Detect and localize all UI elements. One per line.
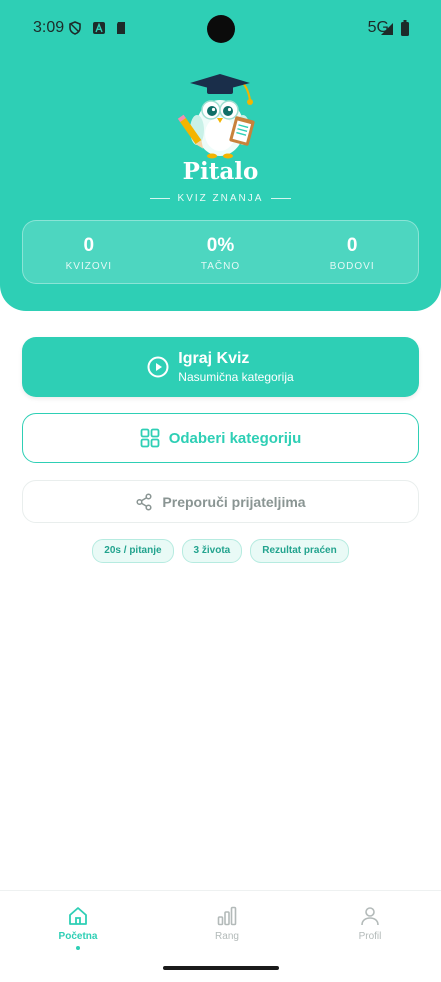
owl-mascot-logo xyxy=(177,74,255,159)
status-bar: 3:09 5G xyxy=(0,0,441,56)
text-a-icon xyxy=(93,22,105,34)
shield-icon xyxy=(69,21,81,35)
sim-card-icon xyxy=(117,22,125,34)
active-indicator-dot xyxy=(76,946,80,950)
play-quiz-subtitle: Nasumična kategorija xyxy=(178,370,294,384)
stat-quizzes: 0 KVIZOVI xyxy=(23,221,155,283)
stat-accuracy: 0% TAČNO xyxy=(155,221,287,283)
nav-label-rank: Rang xyxy=(215,931,239,942)
info-chips: 20s / pitanje 3 života Rezultat praćen xyxy=(0,539,441,563)
stat-label: TAČNO xyxy=(200,261,241,272)
nav-label-home: Početna xyxy=(58,931,98,942)
user-icon xyxy=(361,907,379,926)
home-indicator[interactable] xyxy=(163,966,279,970)
subtitle-row: KVIZ ZNANJA xyxy=(0,193,441,204)
share-icon xyxy=(136,492,152,511)
stat-label: KVIZOVI xyxy=(65,261,113,272)
camera-cutout xyxy=(207,15,235,43)
play-quiz-title: Igraj Kviz xyxy=(178,350,250,367)
status-time: 3:09 xyxy=(33,19,65,36)
stats-card: 0 KVIZOVI 0% TAČNO 0 BODOVI xyxy=(22,220,419,284)
play-quiz-button[interactable]: Igraj Kviz Nasumična kategorija xyxy=(22,337,419,397)
bar-chart-icon xyxy=(217,906,237,926)
nav-item-rank[interactable]: Rang xyxy=(177,905,277,942)
app-subtitle: KVIZ ZNANJA xyxy=(177,193,264,204)
share-button[interactable]: Preporuči prijateljima xyxy=(22,480,419,523)
nav-label-profile: Profil xyxy=(358,931,382,942)
choose-category-label: Odaberi kategoriju xyxy=(168,429,302,447)
battery-icon xyxy=(401,20,409,36)
choose-category-button[interactable]: Odaberi kategoriju xyxy=(22,413,419,463)
chip-time-per-question: 20s / pitanje xyxy=(92,539,174,563)
home-icon xyxy=(69,907,87,925)
play-circle-icon xyxy=(147,356,169,378)
nav-item-profile[interactable]: Profil xyxy=(320,905,420,942)
stat-value: 0% xyxy=(206,235,235,256)
signal-icon xyxy=(381,23,393,35)
play-quiz-text: Igraj Kviz Nasumična kategorija xyxy=(178,350,293,384)
stat-points: 0 BODOVI xyxy=(286,221,418,283)
grid-icon xyxy=(140,428,160,448)
chip-lives: 3 života xyxy=(181,539,243,563)
stat-value: 0 xyxy=(83,235,95,256)
stat-label: BODOVI xyxy=(329,261,375,272)
subtitle-divider-left xyxy=(149,198,170,199)
share-label: Preporuči prijateljima xyxy=(162,493,306,510)
nav-item-home[interactable]: Početna xyxy=(28,905,128,950)
chip-score-tracked: Rezultat praćen xyxy=(250,539,349,563)
app-title: Pitalo xyxy=(182,158,259,185)
header-panel: 3:09 5G Pitalo KVIZ ZNANJA 0 KVIZOVI 0% … xyxy=(0,0,441,311)
subtitle-divider-right xyxy=(271,198,292,199)
stat-value: 0 xyxy=(346,235,358,256)
